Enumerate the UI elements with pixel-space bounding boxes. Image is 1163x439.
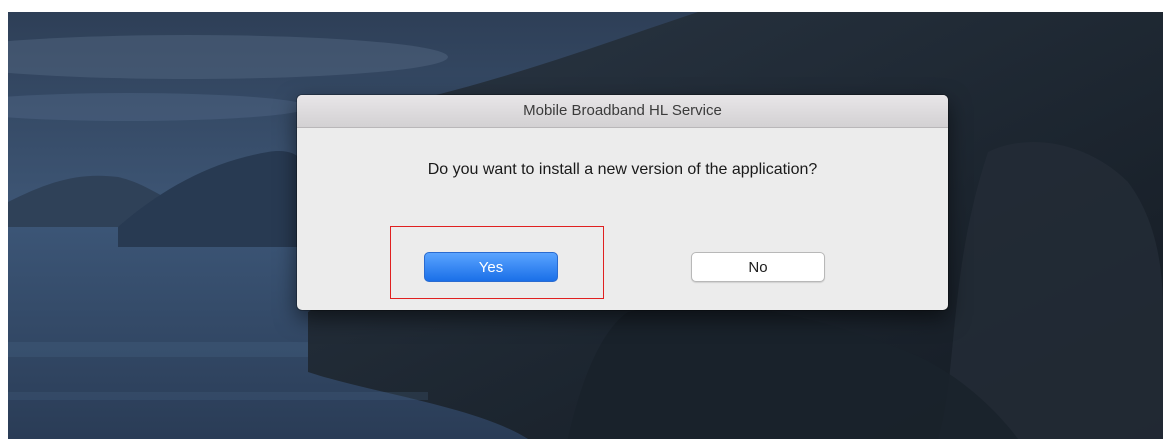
install-dialog: Mobile Broadband HL Service Do you want … bbox=[297, 95, 948, 310]
yes-button[interactable]: Yes bbox=[424, 252, 558, 282]
dialog-title: Mobile Broadband HL Service bbox=[297, 95, 948, 128]
no-button[interactable]: No bbox=[691, 252, 825, 282]
dialog-message: Do you want to install a new version of … bbox=[427, 161, 818, 178]
